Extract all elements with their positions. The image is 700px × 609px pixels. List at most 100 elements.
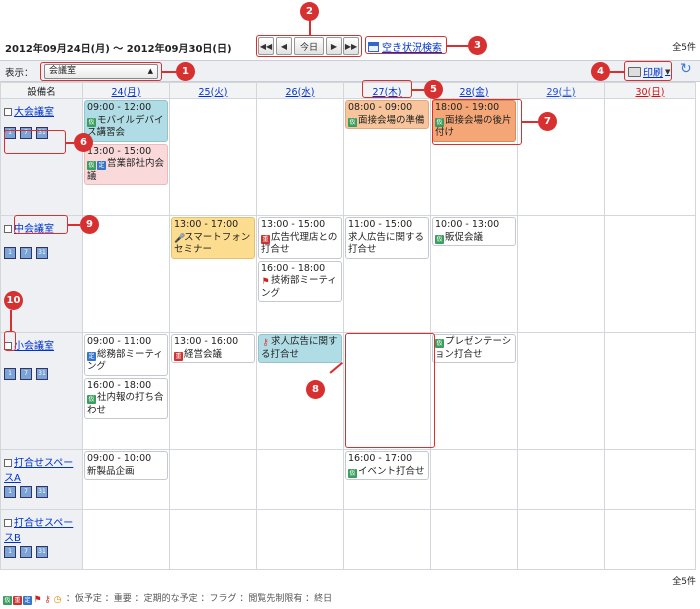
- event-item[interactable]: 13:00 - 15:00 重広告代理店との打合せ: [258, 217, 342, 259]
- day-link[interactable]: 26(水): [285, 87, 314, 98]
- schedule-cell[interactable]: [343, 509, 431, 570]
- facility-checkbox[interactable]: [4, 108, 12, 116]
- callout-badge: 3: [468, 36, 487, 55]
- day-view-icon[interactable]: 1: [4, 546, 16, 558]
- callout-line: [10, 310, 12, 331]
- schedule-cell[interactable]: [82, 509, 170, 570]
- callout-badge: 6: [74, 133, 93, 152]
- day-link[interactable]: 24(月): [111, 87, 140, 98]
- schedule-cell[interactable]: ⚷ 求人広告に関する打合せ: [256, 332, 344, 450]
- event-item[interactable]: 16:00 - 17:00 仮イベント打合せ: [345, 451, 429, 480]
- schedule-cell[interactable]: 11:00 - 15:00 求人広告に関する打合せ: [343, 215, 431, 333]
- schedule-cell[interactable]: [256, 98, 344, 216]
- facility-link[interactable]: 打合せスペースA: [4, 458, 73, 484]
- schedule-cell[interactable]: 13:00 - 15:00 重広告代理店との打合せ 16:00 - 18:00 ⚑技…: [256, 215, 344, 333]
- callout-highlight: [362, 80, 412, 98]
- event-item[interactable]: ⚷ 求人広告に関する打合せ: [258, 334, 342, 363]
- event-time: 11:00 - 15:00: [348, 219, 413, 230]
- callout-badge: 10: [4, 291, 23, 310]
- facility-checkbox[interactable]: [4, 459, 12, 467]
- facility-checkbox[interactable]: [4, 225, 12, 233]
- schedule-cell[interactable]: [517, 332, 605, 450]
- schedule-cell[interactable]: [604, 98, 696, 216]
- important-icon: 重: [261, 234, 270, 244]
- event-time: 16:00 - 17:00: [348, 453, 413, 464]
- facility-checkbox[interactable]: [4, 519, 12, 527]
- callout-highlight: [624, 61, 672, 81]
- schedule-cell[interactable]: 09:00 - 11:00 定総務部ミーティング 16:00 - 18:00 仮社内…: [82, 332, 170, 450]
- event-item[interactable]: 16:00 - 18:00 ⚑技術部ミーティング: [258, 260, 342, 302]
- day-link[interactable]: 28(金): [459, 87, 488, 98]
- facility-header: 設備名: [0, 82, 83, 99]
- day-header: 25(火): [169, 82, 257, 99]
- schedule-cell[interactable]: [82, 215, 170, 333]
- schedule-cell[interactable]: 16:00 - 17:00 仮イベント打合せ: [343, 449, 431, 510]
- event-title: 経営会議: [184, 348, 223, 360]
- schedule-cell[interactable]: [604, 332, 696, 450]
- key-icon: ⚷: [262, 338, 269, 348]
- schedule-cell[interactable]: [430, 509, 518, 570]
- event-item[interactable]: 09:00 - 10:00 新製品企画: [84, 451, 168, 480]
- event-item[interactable]: 09:00 - 11:00 定総務部ミーティング: [84, 334, 168, 376]
- day-view-icon[interactable]: 1: [4, 247, 16, 259]
- day-link[interactable]: 29(土): [546, 87, 575, 98]
- week-view-icon[interactable]: 7: [20, 486, 32, 498]
- table-row: 打合せスペースB 1 7 31: [0, 509, 696, 570]
- month-view-icon[interactable]: 31: [36, 546, 48, 558]
- schedule-cell[interactable]: 13:00 - 16:00 重経営会議: [169, 332, 257, 450]
- schedule-cell[interactable]: [517, 509, 605, 570]
- schedule-cell[interactable]: [604, 215, 696, 333]
- week-view-icon[interactable]: 7: [20, 546, 32, 558]
- event-item[interactable]: 09:00 - 12:00 仮モバイルデバイス講習会: [84, 100, 168, 142]
- display-label: 表示：: [5, 68, 34, 79]
- month-view-icon[interactable]: 31: [36, 368, 48, 380]
- calendar-table: 設備名 24(月) 25(火) 26(水) 27(木) 28(金) 29(土) …: [0, 82, 696, 570]
- day-link[interactable]: 30(日): [635, 87, 664, 98]
- schedule-cell[interactable]: 08:00 - 09:00 仮面接会場の準備: [343, 98, 431, 216]
- day-link[interactable]: 25(火): [198, 87, 227, 98]
- schedule-cell[interactable]: [517, 449, 605, 510]
- schedule-cell[interactable]: [430, 449, 518, 510]
- facility-link[interactable]: 大会議室: [14, 107, 54, 118]
- event-item[interactable]: 13:00 - 16:00 重経営会議: [171, 334, 255, 363]
- schedule-cell[interactable]: 10:00 - 13:00 仮販促会議: [430, 215, 518, 333]
- table-row: 大会議室 1 7 31 09:00 - 12:00 仮モバイルデバイス講習会 13:0…: [0, 98, 696, 216]
- week-view-icon[interactable]: 7: [20, 247, 32, 259]
- week-view-icon[interactable]: 7: [20, 368, 32, 380]
- month-view-icon[interactable]: 31: [36, 486, 48, 498]
- facility-link[interactable]: 打合せスペースB: [4, 518, 73, 544]
- day-header: 24(月): [82, 82, 170, 99]
- callout-badge: 8: [306, 380, 325, 399]
- event-title: イベント打合せ: [358, 465, 425, 477]
- event-item[interactable]: 10:00 - 13:00 仮販促会議: [432, 217, 516, 246]
- schedule-cell[interactable]: [256, 509, 344, 570]
- refresh-icon[interactable]: ↻: [680, 61, 692, 77]
- schedule-cell[interactable]: [604, 509, 696, 570]
- event-item[interactable]: 16:00 - 18:00 仮社内報の打ち合わせ: [84, 377, 168, 419]
- day-view-icon[interactable]: 1: [4, 368, 16, 380]
- day-view-icon[interactable]: 1: [4, 486, 16, 498]
- schedule-cell[interactable]: [169, 509, 257, 570]
- facility-cell: 打合せスペースA 1 7 31: [0, 449, 83, 510]
- callout-badge: 7: [538, 112, 557, 131]
- schedule-cell[interactable]: [604, 449, 696, 510]
- event-time: 13:00 - 15:00: [261, 219, 326, 230]
- schedule-cell[interactable]: [517, 215, 605, 333]
- schedule-cell[interactable]: [256, 449, 344, 510]
- month-view-icon[interactable]: 31: [36, 247, 48, 259]
- event-item[interactable]: 13:00 - 17:00 🎤スマートフォンセミナー: [171, 217, 255, 259]
- event-item[interactable]: 13:00 - 15:00 仮定営業部社内会議: [84, 143, 168, 185]
- event-item[interactable]: 08:00 - 09:00 仮面接会場の準備: [345, 100, 429, 129]
- schedule-cell[interactable]: 09:00 - 12:00 仮モバイルデバイス講習会 13:00 - 15:00 仮…: [82, 98, 170, 216]
- schedule-cell[interactable]: 仮プレゼンテーション打合せ: [430, 332, 518, 450]
- schedule-cell[interactable]: [169, 449, 257, 510]
- callout-badge: 9: [80, 215, 99, 234]
- schedule-cell[interactable]: 09:00 - 10:00 新製品企画: [82, 449, 170, 510]
- callout-highlight: [256, 35, 362, 57]
- schedule-cell[interactable]: [169, 98, 257, 216]
- event-item[interactable]: 11:00 - 15:00 求人広告に関する打合せ: [345, 217, 429, 259]
- event-item[interactable]: 仮プレゼンテーション打合せ: [432, 334, 516, 363]
- schedule-cell[interactable]: 13:00 - 17:00 🎤スマートフォンセミナー: [169, 215, 257, 333]
- facility-link[interactable]: 小会議室: [14, 341, 54, 352]
- schedule-cell[interactable]: [517, 98, 605, 216]
